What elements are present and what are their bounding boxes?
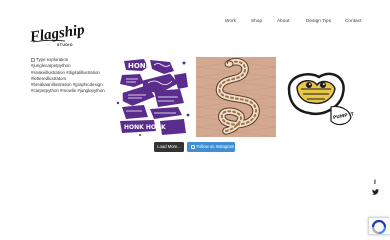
alt-line: #carpetpython #mowlie #junglepython [31, 88, 105, 94]
follow-instagram-button[interactable]: Follow on Instagram [187, 142, 235, 152]
logo-subtitle: STUDIO [57, 43, 73, 47]
instagram-icon [191, 144, 195, 149]
honk-text-bottom: HONK HONK [124, 124, 166, 131]
alt-line: #snakeillustration #digitalillustration [31, 69, 100, 75]
gallery-item-honk-lettering[interactable]: HONK HONK HONK [114, 57, 194, 137]
broken-image-icon [31, 57, 35, 62]
nav-item-about[interactable]: About [277, 18, 290, 23]
broken-image-alt-text: Type exploration #junglecarpetpython #sn… [31, 57, 111, 95]
recaptcha-badge[interactable] [368, 217, 390, 235]
load-more-button[interactable]: Load More... [154, 142, 184, 152]
honk-text-top: HONK [128, 62, 152, 70]
nav-item-shop[interactable]: Shop [251, 18, 262, 23]
recaptcha-icon [372, 220, 386, 234]
twitter-icon[interactable] [371, 189, 379, 196]
honk-lettering-image: HONK HONK HONK [116, 59, 190, 136]
facebook-icon[interactable]: f [371, 180, 379, 187]
sticker-image: PUMP IT [287, 72, 355, 126]
nav-item-work[interactable]: Work [225, 18, 236, 23]
nav-item-contact[interactable]: Contact [345, 18, 362, 23]
gallery-item-sticker[interactable]: PUMP IT [279, 57, 359, 137]
gallery-item-snake-illustration[interactable] [196, 57, 276, 137]
alt-line: Type exploration [36, 57, 69, 62]
main-nav: Work Shop About Design Tips Contact [0, 18, 390, 26]
gallery-item-broken-image[interactable]: Type exploration #junglecarpetpython #sn… [31, 57, 111, 137]
nav-item-design-tips[interactable]: Design Tips [306, 18, 331, 23]
follow-instagram-label: Follow on Instagram [196, 144, 235, 149]
snake-illustration-image [196, 57, 276, 137]
